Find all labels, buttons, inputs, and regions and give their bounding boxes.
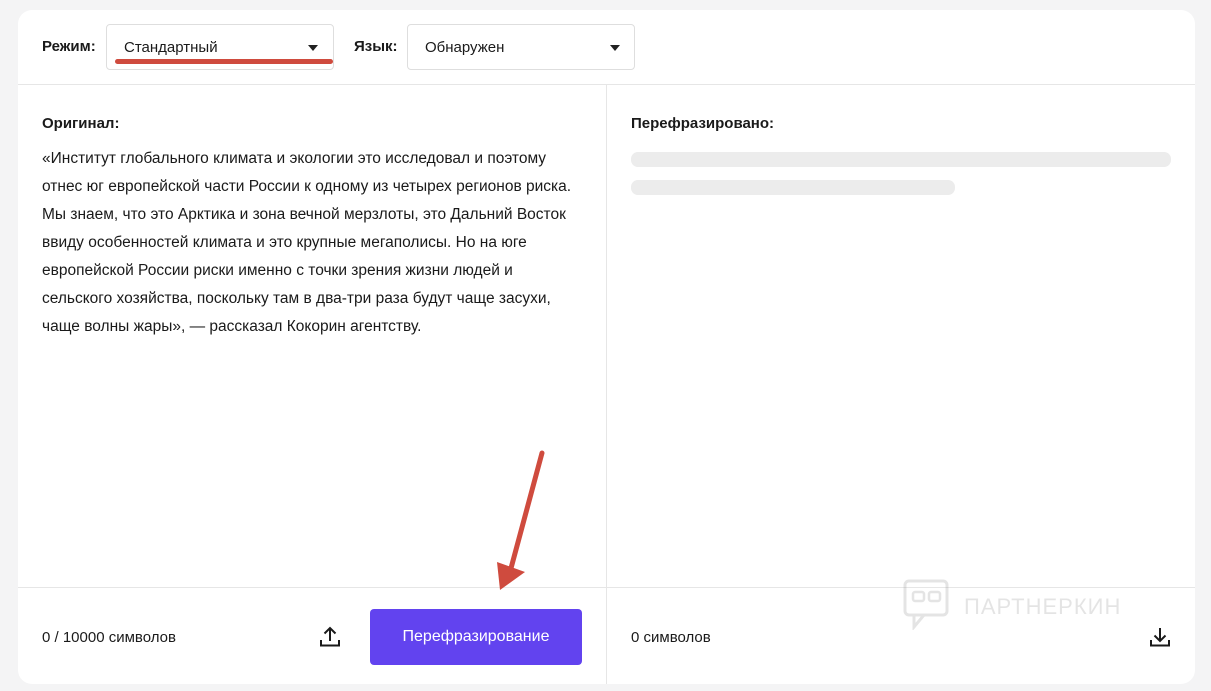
language-label: Язык:	[354, 38, 398, 55]
original-footer: 0 / 10000 символов Перефразирование	[18, 587, 606, 684]
annotation-underline	[115, 59, 333, 64]
watermark-logo-icon	[903, 579, 949, 632]
language-select-value: Обнаружен	[425, 39, 505, 56]
language-select[interactable]: Обнаружен	[407, 24, 635, 70]
result-char-counter: 0 символов	[631, 629, 711, 646]
chevron-down-icon	[308, 45, 318, 51]
toolbar: Режим: Стандартный Язык: Обнаружен	[18, 10, 1195, 85]
watermark: ПАРТНЕРКИН	[902, 578, 1162, 638]
loading-skeleton-line	[631, 152, 1171, 167]
original-pane: Оригинал: «Институт глобального климата …	[18, 85, 607, 684]
original-char-counter: 0 / 10000 символов	[42, 629, 176, 646]
upload-icon[interactable]	[317, 624, 343, 650]
paraphrase-button[interactable]: Перефразирование	[370, 609, 582, 665]
result-title: Перефразировано:	[631, 115, 775, 132]
original-textarea[interactable]: «Институт глобального климата и экологии…	[42, 145, 587, 341]
mode-select-value: Стандартный	[124, 39, 218, 56]
loading-skeleton-line	[631, 180, 955, 195]
mode-label: Режим:	[42, 38, 96, 55]
chevron-down-icon	[610, 45, 620, 51]
original-title: Оригинал:	[42, 115, 120, 132]
watermark-text: ПАРТНЕРКИН	[964, 594, 1122, 619]
